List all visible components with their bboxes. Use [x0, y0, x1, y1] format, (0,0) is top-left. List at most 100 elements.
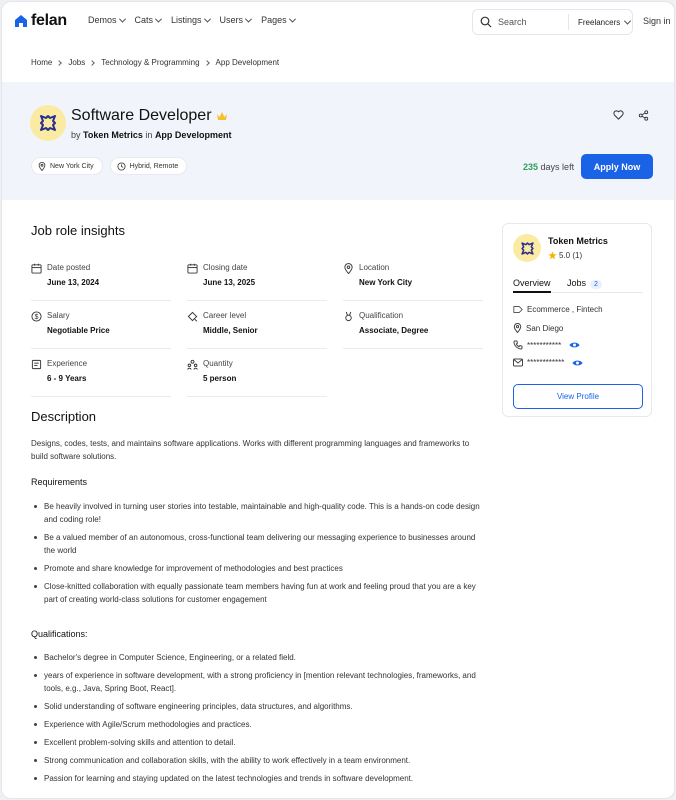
list-item: Be heavily involved in turning user stor… — [32, 500, 482, 526]
nav-label: Listings — [171, 15, 202, 25]
nav-cats[interactable]: Cats — [134, 15, 163, 25]
calendar-icon — [187, 263, 198, 274]
search-bar: Search Freelancers — [472, 9, 633, 35]
email-masked: ************ — [527, 358, 565, 367]
people-icon — [187, 359, 198, 370]
save-job-button[interactable] — [609, 106, 627, 124]
qualifications-list: Bachelor's degree in Computer Science, E… — [32, 651, 482, 790]
map-pin-icon — [513, 323, 522, 333]
company-name[interactable]: Token Metrics — [548, 236, 608, 246]
job-title-text: Software Developer — [71, 107, 212, 124]
insight-qualification: Qualification Associate, Degree — [343, 309, 483, 349]
insight-label: Quantity — [203, 359, 233, 368]
chevron-right-icon — [56, 59, 63, 66]
sign-in-link[interactable]: Sign in — [643, 16, 671, 26]
search-category-select[interactable]: Freelancers — [578, 17, 632, 27]
eye-icon[interactable] — [569, 341, 580, 349]
tab-jobs[interactable]: Jobs 2 — [567, 278, 602, 289]
nav-label: Cats — [134, 15, 154, 25]
map-pin-icon — [38, 161, 46, 171]
insight-label: Qualification — [359, 311, 404, 320]
nav-pages[interactable]: Pages — [261, 15, 296, 25]
rating-text: 5.0 (1) — [559, 251, 583, 260]
site-logo[interactable]: felan — [14, 12, 67, 30]
apply-now-button[interactable]: Apply Now — [581, 154, 653, 179]
breadcrumb-category[interactable]: Technology & Programming — [101, 58, 199, 67]
tab-jobs-label: Jobs — [567, 278, 587, 288]
job-byline: by Token Metrics in App Development — [71, 130, 231, 140]
eye-icon[interactable] — [572, 359, 583, 367]
search-input[interactable]: Search — [498, 17, 568, 27]
insight-closing-date: Closing date June 13, 2025 — [187, 261, 327, 301]
star-icon — [548, 251, 557, 260]
company-link[interactable]: Token Metrics — [83, 130, 143, 140]
insight-career-level: Career level Middle, Senior — [187, 309, 327, 349]
calendar-icon — [31, 263, 42, 274]
job-hero: Software Developer by Token Metrics in A… — [2, 82, 674, 200]
clock-icon — [117, 161, 126, 171]
list-item: years of experience in software developm… — [32, 669, 482, 695]
breadcrumb: Home Jobs Technology & Programming App D… — [31, 58, 279, 67]
days-left-number: 235 — [523, 162, 539, 172]
nav-listings[interactable]: Listings — [171, 15, 211, 25]
breadcrumb-jobs[interactable]: Jobs — [68, 58, 85, 67]
chevron-right-icon — [203, 59, 210, 66]
insight-value: 6 - 9 Years — [47, 374, 87, 383]
page-frame: felan Demos Cats Listings Users Pages Se… — [1, 1, 675, 799]
company-logo-mark-icon — [520, 241, 534, 255]
chevron-down-icon — [288, 15, 296, 23]
nav-users[interactable]: Users — [219, 15, 253, 25]
insight-salary: $ Salary Negotiable Price — [31, 309, 171, 349]
work-type-tag-label: Hybrid, Remote — [129, 162, 179, 170]
medal-icon — [345, 311, 352, 322]
view-profile-button[interactable]: View Profile — [513, 384, 643, 409]
company-logo — [513, 234, 541, 262]
level-icon — [187, 311, 198, 322]
requirements-title: Requirements — [31, 477, 88, 487]
chevron-down-icon — [624, 17, 632, 25]
location-tag[interactable]: New York City — [31, 157, 103, 175]
tab-overview[interactable]: Overview — [513, 278, 551, 293]
mail-icon — [513, 358, 523, 367]
by-prefix: by — [71, 130, 81, 140]
heart-icon — [612, 110, 624, 120]
insight-label: Career level — [203, 311, 247, 320]
nav-label: Users — [219, 15, 244, 25]
in-word: in — [145, 130, 153, 140]
company-logo — [30, 105, 66, 141]
insight-label: Location — [359, 263, 390, 272]
logo-house-icon — [15, 15, 27, 27]
insight-label: Experience — [47, 359, 88, 368]
list-item: Be a valued member of an autonomous, cro… — [32, 531, 482, 557]
company-email: ************ — [513, 358, 583, 367]
job-tags: New York City Hybrid, Remote — [31, 157, 188, 175]
nav-demos[interactable]: Demos — [88, 15, 126, 25]
category-link[interactable]: App Development — [155, 130, 232, 140]
crown-icon — [216, 112, 227, 120]
description-title: Description — [31, 409, 97, 424]
company-phone: *********** — [513, 340, 580, 350]
company-card: Token Metrics 5.0 (1) Overview Jobs 2 Eco… — [502, 223, 652, 417]
chevron-down-icon — [203, 15, 211, 23]
work-type-tag[interactable]: Hybrid, Remote — [109, 157, 188, 175]
days-left-suffix: days left — [540, 162, 575, 172]
list-item: Close-knitted collaboration with equally… — [32, 580, 482, 606]
experience-icon — [31, 359, 42, 370]
days-left: 235 days left — [523, 162, 574, 172]
phone-icon — [513, 340, 523, 350]
chevron-down-icon — [154, 15, 163, 23]
tag-icon — [513, 306, 523, 313]
job-title: Software Developer — [71, 107, 228, 125]
insight-value: Negotiable Price — [47, 326, 110, 335]
insight-value: Middle, Senior — [203, 326, 258, 335]
breadcrumb-current: App Development — [215, 58, 280, 67]
dollar-icon: $ — [31, 311, 42, 322]
nav-label: Demos — [88, 15, 117, 25]
phone-masked: *********** — [527, 340, 562, 350]
share-button[interactable] — [634, 106, 652, 124]
company-industry: Ecommerce , Fintech — [513, 305, 603, 314]
insight-value: 5 person — [203, 374, 237, 383]
location-tag-label: New York City — [50, 162, 94, 170]
share-icon — [638, 109, 648, 121]
breadcrumb-home[interactable]: Home — [31, 58, 52, 67]
